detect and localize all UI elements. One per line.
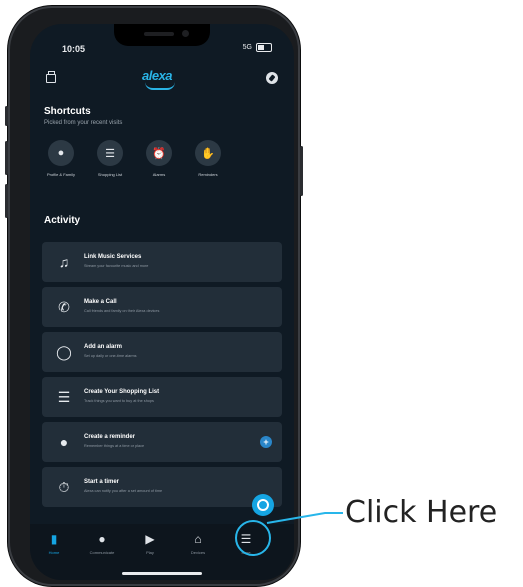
click-here-label: Click Here xyxy=(345,495,498,530)
